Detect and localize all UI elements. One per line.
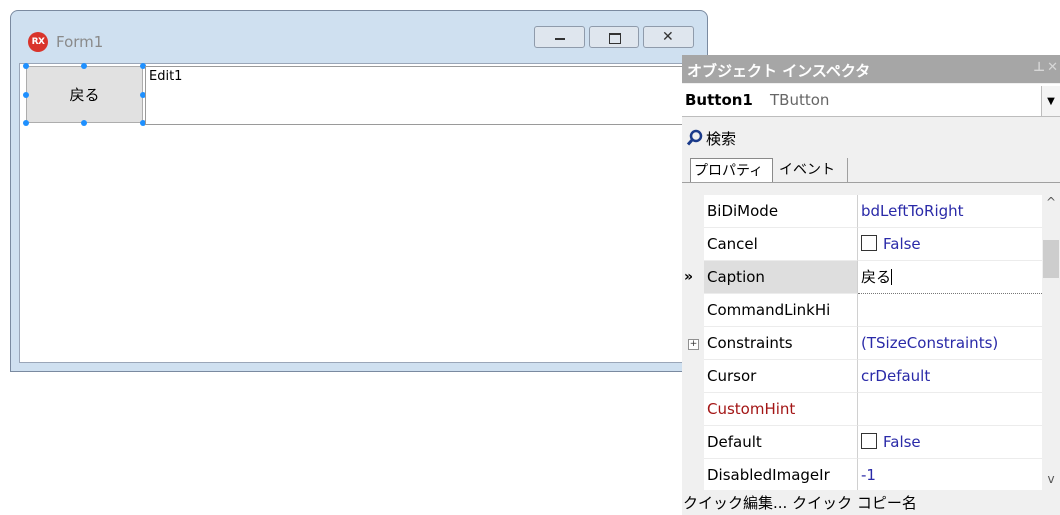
property-name: Cancel (704, 228, 858, 261)
object-inspector: オブジェクト インスペクタ ⊥✕ Button1 TButton ▼ 検索 プロ… (682, 55, 1060, 515)
property-scrollbar[interactable]: ^ v (1042, 195, 1060, 490)
dropdown-arrow-icon[interactable]: ▼ (1041, 86, 1060, 116)
selection-handle[interactable] (81, 63, 87, 69)
property-row[interactable]: CustomHint (682, 393, 1042, 426)
property-row[interactable]: BiDiMode bdLeftToRight (682, 195, 1042, 228)
edit-field[interactable]: Edit1 (145, 66, 705, 125)
row-gutter (682, 294, 704, 327)
text-caret (891, 269, 893, 285)
inspector-title: オブジェクト インスペクタ (687, 62, 871, 80)
property-row[interactable]: Cancel False (682, 228, 1042, 261)
caption-value: 戻る (861, 268, 892, 286)
row-gutter (682, 360, 704, 393)
scroll-down-icon[interactable]: v (1042, 472, 1060, 490)
search-icon (686, 129, 703, 146)
row-gutter: » (682, 261, 704, 294)
property-name: CommandLinkHi (704, 294, 858, 327)
row-gutter (682, 459, 704, 490)
selection-handle[interactable] (81, 120, 87, 126)
row-gutter (682, 228, 704, 261)
property-name: BiDiMode (704, 195, 858, 228)
expand-icon[interactable]: + (688, 339, 699, 350)
search-box[interactable]: 検索 (682, 125, 736, 151)
scroll-up-icon[interactable]: ^ (1042, 195, 1060, 213)
property-value[interactable]: bdLeftToRight (858, 195, 1042, 228)
close-button[interactable]: ✕ (643, 26, 694, 48)
checkbox-label: False (883, 235, 921, 253)
inspector-header[interactable]: オブジェクト インスペクタ ⊥✕ (682, 55, 1060, 83)
form-title: Form1 (56, 33, 104, 51)
inspector-footer-links[interactable]: クイック編集... クイック コピー名 (683, 492, 917, 513)
property-value[interactable] (858, 393, 1042, 426)
property-value[interactable]: False (858, 228, 1042, 261)
property-value[interactable]: crDefault (858, 360, 1042, 393)
tab-events[interactable]: イベント (776, 158, 848, 182)
property-name: DisabledImageIr (704, 459, 858, 490)
property-value[interactable] (858, 294, 1042, 327)
property-grid: BiDiMode bdLeftToRight Cancel False » Ca… (682, 195, 1042, 490)
maximize-button[interactable] (589, 26, 639, 48)
property-value[interactable]: False (858, 426, 1042, 459)
checkbox[interactable] (861, 235, 877, 251)
checkbox[interactable] (861, 433, 877, 449)
tab-properties[interactable]: プロパティ (690, 158, 773, 182)
checkbox-label: False (883, 433, 921, 451)
search-label: 検索 (706, 129, 737, 148)
row-gutter (682, 393, 704, 426)
component-name: Button1 (685, 91, 753, 109)
form-window: RX Form1 ✕ 戻る Edit1 (10, 10, 708, 372)
property-name: Default (704, 426, 858, 459)
minimize-button[interactable] (534, 26, 585, 48)
selection-handle[interactable] (23, 92, 29, 98)
component-selector[interactable]: Button1 TButton ▼ (682, 84, 1060, 117)
property-name: Caption (704, 261, 858, 294)
minimize-icon (555, 38, 565, 40)
selection-handle[interactable] (23, 120, 29, 126)
back-button[interactable]: 戻る (26, 66, 143, 123)
app-icon: RX (28, 32, 48, 52)
pin-icon[interactable]: ⊥✕ (1033, 60, 1060, 75)
property-row[interactable]: CommandLinkHi (682, 294, 1042, 327)
close-icon: ✕ (662, 29, 674, 45)
form-client-area[interactable]: 戻る Edit1 (19, 63, 705, 363)
selection-handle[interactable] (23, 63, 29, 69)
row-gutter (682, 195, 704, 228)
inspector-tabs: プロパティ イベント (682, 156, 1060, 183)
component-type: TButton (770, 91, 830, 109)
property-value-editor[interactable]: 戻る (858, 261, 1042, 294)
scroll-thumb[interactable] (1043, 240, 1059, 278)
property-name: Constraints (704, 327, 858, 360)
property-row-selected[interactable]: » Caption 戻る (682, 261, 1042, 294)
row-gutter: + (682, 327, 704, 360)
row-gutter (682, 426, 704, 459)
property-value[interactable]: (TSizeConstraints) (858, 327, 1042, 360)
form-title-bar[interactable]: RX Form1 ✕ (11, 11, 707, 63)
property-row[interactable]: DisabledImageIr -1 (682, 459, 1042, 490)
current-row-marker: » (684, 269, 694, 285)
property-value[interactable]: -1 (858, 459, 1042, 490)
property-name: CustomHint (704, 393, 858, 426)
edit-field-text: Edit1 (149, 69, 183, 84)
property-name: Cursor (704, 360, 858, 393)
back-button-label: 戻る (69, 86, 100, 104)
property-row[interactable]: Default False (682, 426, 1042, 459)
maximize-icon (609, 33, 621, 44)
property-row[interactable]: + Constraints (TSizeConstraints) (682, 327, 1042, 360)
property-row[interactable]: Cursor crDefault (682, 360, 1042, 393)
